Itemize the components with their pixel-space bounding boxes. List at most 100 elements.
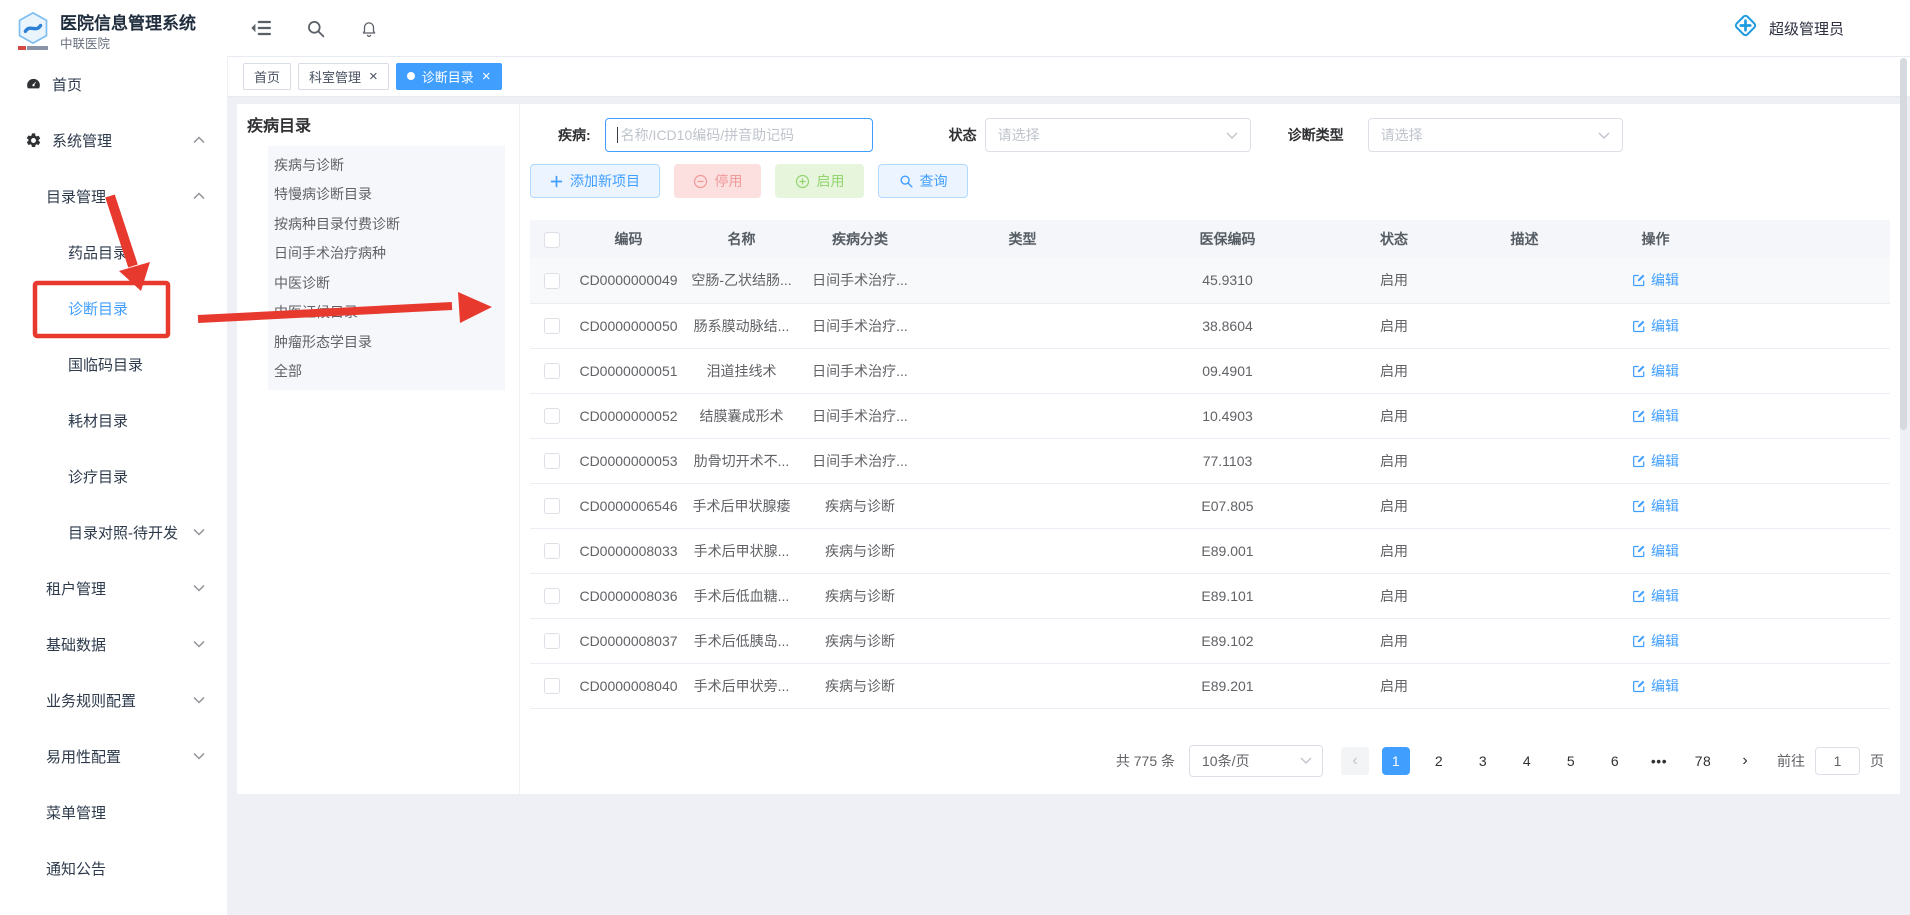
search-icon[interactable] (304, 17, 326, 39)
sidebar-item-basic-data[interactable]: 基础数据 (0, 616, 227, 672)
cell-code: CD0000000050 (574, 303, 683, 348)
disease-search-input[interactable] (605, 118, 873, 152)
more-pages-icon[interactable]: ••• (1644, 747, 1674, 775)
cell-name: 结膜囊成形术 (683, 393, 800, 438)
row-checkbox[interactable] (544, 318, 560, 334)
cell-actions: 编辑 (1591, 573, 1890, 618)
sidebar-item-catalog-management[interactable]: 目录管理 (0, 168, 227, 224)
brand: 医院信息管理系统 中联医院 (0, 4, 228, 53)
sidebar-item-diagnosis-catalog[interactable]: 诊断目录 (0, 280, 227, 336)
sidebar-item-drug-catalog[interactable]: 药品目录 (0, 224, 227, 280)
edit-button[interactable]: 编辑 (1632, 676, 1679, 696)
sidebar-item-label: 基础数据 (46, 634, 106, 655)
catalog-item[interactable]: 日间手术治疗病种 (268, 239, 505, 269)
sidebar-item-treatment-catalog[interactable]: 诊疗目录 (0, 448, 227, 504)
catalog-item[interactable]: 中医证候目录 (268, 298, 505, 328)
page-number[interactable]: 5 (1556, 747, 1586, 775)
edit-button[interactable]: 编辑 (1632, 586, 1679, 606)
catalog-item[interactable]: 按病种目录付费诊断 (268, 209, 505, 239)
header-divider (228, 56, 1910, 57)
cell-actions: 编辑 (1591, 483, 1890, 528)
bell-icon[interactable] (358, 17, 380, 39)
edit-icon (1632, 499, 1646, 513)
sidebar-item-tenant-management[interactable]: 租户管理 (0, 560, 227, 616)
cell-status: 启用 (1330, 573, 1458, 618)
sidebar-item-system-management[interactable]: 系统管理 (0, 112, 227, 168)
row-checkbox[interactable] (544, 498, 560, 514)
row-checkbox[interactable] (544, 633, 560, 649)
row-checkbox-cell (530, 528, 574, 573)
chevron-down-icon (193, 640, 205, 648)
catalog-item[interactable]: 疾病与诊断 (268, 150, 505, 180)
catalog-item[interactable]: 中医诊断 (268, 268, 505, 298)
edit-button[interactable]: 编辑 (1632, 451, 1679, 471)
cell-code: CD0000008037 (574, 618, 683, 663)
diagnosis-type-select[interactable]: 请选择 (1368, 118, 1623, 152)
edit-label: 编辑 (1651, 631, 1679, 651)
row-checkbox[interactable] (544, 543, 560, 559)
cell-status: 启用 (1330, 438, 1458, 483)
row-checkbox[interactable] (544, 453, 560, 469)
sidebar-item-menu-management[interactable]: 菜单管理 (0, 784, 227, 840)
next-page-button[interactable]: › (1731, 747, 1759, 775)
sidebar-item-national-code-catalog[interactable]: 国临码目录 (0, 336, 227, 392)
edit-icon (1632, 273, 1646, 287)
page-number[interactable]: 4 (1512, 747, 1542, 775)
filter-row: 疾病: 状态 请选择 (530, 118, 1890, 152)
column-header: 状态 (1330, 220, 1458, 258)
app-title: 医院信息管理系统 (60, 14, 196, 34)
catalog-item[interactable]: 全部 (268, 357, 505, 387)
page-number[interactable]: 6 (1600, 747, 1630, 775)
select-all-checkbox[interactable] (544, 232, 560, 248)
sidebar-item-catalog-compare[interactable]: 目录对照-待开发 (0, 504, 227, 560)
gear-icon (25, 131, 43, 149)
edit-button[interactable]: 编辑 (1632, 270, 1679, 290)
stop-button[interactable]: 停用 (674, 164, 761, 198)
cell-type (920, 438, 1125, 483)
edit-button[interactable]: 编辑 (1632, 631, 1679, 651)
header-user-area[interactable]: 超级管理员 (1732, 12, 1910, 44)
tab-科室管理[interactable]: 科室管理× (298, 63, 389, 90)
query-button[interactable]: 查询 (878, 164, 968, 198)
prev-page-button[interactable]: ‹ (1341, 747, 1369, 775)
catalog-item[interactable]: 肿瘤形态学目录 (268, 327, 505, 357)
sidebar-item-label: 目录管理 (46, 186, 106, 207)
sidebar-item-usability-config[interactable]: 易用性配置 (0, 728, 227, 784)
catalog-item[interactable]: 特慢病诊断目录 (268, 180, 505, 210)
close-icon[interactable]: × (369, 69, 378, 84)
table-row: CD0000008033手术后甲状腺...疾病与诊断E89.001启用编辑 (530, 528, 1890, 573)
add-item-button[interactable]: 添加新项目 (530, 164, 660, 198)
sidebar-item-home[interactable]: 首页 (0, 56, 227, 112)
row-checkbox[interactable] (544, 408, 560, 424)
page-number[interactable]: 1 (1382, 747, 1410, 775)
tab-诊断目录[interactable]: 诊断目录× (396, 63, 502, 90)
page-number[interactable]: 3 (1468, 747, 1498, 775)
page-number[interactable]: 78 (1688, 747, 1718, 775)
workspace: 疾病: 状态 请选择 (520, 104, 1900, 794)
sidebar-item-business-rules[interactable]: 业务规则配置 (0, 672, 227, 728)
close-icon[interactable]: × (482, 69, 491, 84)
row-checkbox[interactable] (544, 588, 560, 604)
row-checkbox[interactable] (544, 273, 560, 289)
edit-button[interactable]: 编辑 (1632, 361, 1679, 381)
row-checkbox[interactable] (544, 678, 560, 694)
status-select[interactable]: 请选择 (985, 118, 1251, 152)
edit-button[interactable]: 编辑 (1632, 496, 1679, 516)
chevron-down-icon (1300, 757, 1312, 764)
sidebar-item-consumable-catalog[interactable]: 耗材目录 (0, 392, 227, 448)
scrollbar-thumb[interactable] (1900, 58, 1907, 430)
edit-button[interactable]: 编辑 (1632, 406, 1679, 426)
sidebar-item-notice[interactable]: 通知公告 (0, 840, 227, 896)
tab-首页[interactable]: 首页 (243, 63, 291, 90)
goto-page-input[interactable] (1815, 747, 1860, 775)
edit-button[interactable]: 编辑 (1632, 316, 1679, 336)
total-count: 共 775 条 (1116, 751, 1175, 771)
edit-button[interactable]: 编辑 (1632, 541, 1679, 561)
column-header: 编码 (574, 220, 683, 258)
page-number[interactable]: 2 (1424, 747, 1454, 775)
enable-button[interactable]: 启用 (775, 164, 864, 198)
page-size-select[interactable]: 10条/页 (1189, 745, 1323, 777)
cell-name: 手术后低血糖... (683, 573, 800, 618)
collapse-sidebar-icon[interactable] (250, 17, 272, 39)
row-checkbox[interactable] (544, 363, 560, 379)
